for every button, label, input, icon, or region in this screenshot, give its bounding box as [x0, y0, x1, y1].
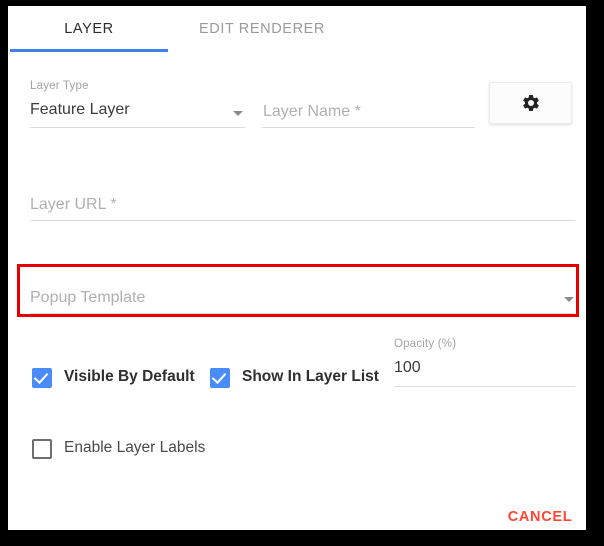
layer-settings-dialog: LAYER EDIT RENDERER Layer Type Feature L… [8, 6, 586, 530]
opacity-label: Opacity (%) [394, 338, 457, 350]
layer-type-underline [30, 127, 245, 128]
chevron-down-icon[interactable] [233, 111, 243, 116]
popup-template-select[interactable]: Popup Template [30, 289, 145, 307]
popup-template-underline [30, 313, 575, 314]
layer-type-label: Layer Type [30, 80, 89, 92]
layer-name-input[interactable]: Layer Name * [263, 103, 361, 121]
checkbox-visible-by-default-label[interactable]: Visible By Default [64, 368, 195, 386]
layer-type-select[interactable]: Feature Layer [30, 101, 130, 119]
checkbox-enable-layer-labels[interactable] [32, 439, 52, 459]
tab-edit-renderer[interactable]: EDIT RENDERER [174, 6, 350, 52]
layer-settings-button[interactable] [489, 82, 572, 124]
active-tab-indicator [10, 49, 168, 52]
checkbox-visible-by-default[interactable] [32, 368, 52, 388]
gear-icon [521, 93, 541, 113]
layer-name-underline [262, 127, 475, 128]
check-icon [33, 368, 49, 385]
checkbox-show-in-layer-list[interactable] [210, 368, 230, 388]
cancel-button[interactable]: CANCEL [506, 504, 574, 530]
checkbox-show-in-layer-list-label[interactable]: Show In Layer List [242, 368, 379, 386]
layer-url-underline [30, 220, 575, 221]
check-icon [211, 368, 227, 385]
tab-layer[interactable]: LAYER [10, 6, 168, 52]
opacity-input[interactable]: 100 [394, 359, 421, 377]
opacity-underline [394, 386, 575, 387]
layer-url-input[interactable]: Layer URL * [30, 196, 117, 214]
tab-bar: LAYER EDIT RENDERER [8, 6, 586, 52]
checkbox-enable-layer-labels-label[interactable]: Enable Layer Labels [64, 439, 205, 457]
chevron-down-icon[interactable] [564, 297, 574, 302]
